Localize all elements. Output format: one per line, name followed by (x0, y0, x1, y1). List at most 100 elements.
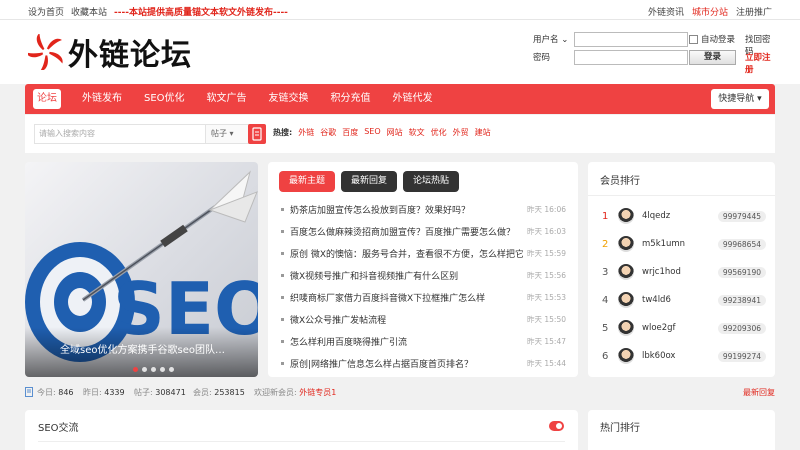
tab-latest-replies[interactable]: 最新回复 (341, 171, 398, 192)
news-link[interactable]: 外链资讯 (648, 5, 684, 18)
avatar[interactable] (618, 292, 634, 308)
avatar[interactable] (618, 348, 634, 364)
post-time: 昨天 15:59 (527, 248, 566, 258)
bookmark-link[interactable]: 收藏本站 (71, 5, 107, 18)
nav-item-friend-links[interactable]: 友链交换 (258, 89, 320, 109)
hot-word[interactable]: 百度 (342, 127, 358, 138)
nav-item-forum[interactable]: 论坛 (33, 89, 61, 109)
city-branch-link[interactable]: 城市分站 (692, 5, 728, 18)
list-item[interactable]: 百度怎么做麻辣烫招商加盟宣传？百度推广需要怎么做？ 昨天 16:03 (281, 220, 566, 242)
carousel-dot[interactable] (169, 367, 174, 372)
main-nav: 论坛 外链发布 SEO优化 软文广告 友链交换 积分充值 外链代发 快捷导航 ▾ (25, 84, 775, 114)
nav-item-ads[interactable]: 软文广告 (196, 89, 258, 109)
new-member-link[interactable]: 外链专员1 (299, 388, 336, 397)
member-name[interactable]: lbk60ox (642, 351, 718, 361)
set-homepage-link[interactable]: 设为首页 (28, 5, 64, 18)
site-logo[interactable]: 外链论坛 (28, 32, 192, 73)
hot-word[interactable]: 建站 (475, 127, 491, 138)
rank-number: 4 (602, 294, 609, 306)
carousel-dots (133, 367, 174, 372)
member-name[interactable]: wrjc1hod (642, 267, 718, 277)
quick-nav-button[interactable]: 快捷导航 ▾ (711, 89, 769, 109)
search-button[interactable] (248, 124, 266, 144)
hot-word[interactable]: 软文 (409, 127, 425, 138)
list-item[interactable]: 3 wrjc1hod 99569190 (602, 258, 766, 286)
post-title[interactable]: 怎么样利用百度晓得推广引流 (290, 335, 523, 348)
list-item[interactable]: 6 lbk60ox 99199274 (602, 342, 766, 370)
register-promo-link[interactable]: 注册推广 (736, 5, 772, 18)
search-input[interactable]: 请输入搜索内容 (34, 124, 232, 144)
auto-login-label: 自动登录 (701, 35, 736, 45)
password-input[interactable] (574, 50, 688, 65)
seo-section: SEO交流 (25, 410, 578, 450)
list-item[interactable]: 奶茶店加盟宣传怎么投放到百度？效果好吗？ 昨天 16:06 (281, 198, 566, 220)
tab-latest-topics[interactable]: 最新主题 (279, 171, 336, 192)
login-form: 用户名 ⌄ 自动登录 找回密码 密码 登录 立即注册 (532, 30, 777, 78)
latest-replies-link[interactable]: 最新回复 (743, 387, 775, 398)
list-item[interactable]: 织唛商标厂家借力百度抖音微X下拉框推广怎么样 昨天 15:53 (281, 286, 566, 308)
member-name[interactable]: tw4ld6 (642, 295, 718, 305)
logo-text: 外链论坛 (68, 38, 192, 73)
hot-word[interactable]: SEO (364, 127, 380, 138)
member-points: 99979445 (717, 210, 766, 222)
hot-word[interactable]: 外贸 (453, 127, 469, 138)
auto-login-checkbox[interactable]: 自动登录 (689, 33, 735, 45)
list-item[interactable]: 2 m5k1umn 99968654 (602, 230, 766, 258)
banner-carousel[interactable]: SEO 全域seo优化方案携手谷歌seo团队… (25, 162, 258, 377)
avatar[interactable] (618, 320, 634, 336)
posts-panel: 最新主题 最新回复 论坛热贴 奶茶店加盟宣传怎么投放到百度？效果好吗？ 昨天 16… (268, 162, 578, 377)
checkbox-box[interactable] (689, 34, 698, 44)
username-input[interactable] (574, 32, 688, 47)
list-item[interactable]: 微X视频号推广和抖音视频推广有什么区别 昨天 15:56 (281, 264, 566, 286)
bullet-icon (281, 273, 284, 277)
post-time: 昨天 16:03 (527, 226, 566, 236)
avatar[interactable] (618, 264, 634, 280)
hot-word[interactable]: 谷歌 (320, 127, 336, 138)
post-title[interactable]: 微X公众号推广发帖流程 (290, 313, 523, 326)
post-title[interactable]: 微X视频号推广和抖音视频推广有什么区别 (290, 269, 523, 282)
list-item[interactable]: 微X公众号推广发帖流程 昨天 15:50 (281, 308, 566, 330)
username-label: 用户名 ⌄ (533, 35, 569, 45)
carousel-dot[interactable] (142, 367, 147, 372)
nav-item-recharge[interactable]: 积分充值 (320, 89, 382, 109)
posts-list: 奶茶店加盟宣传怎么投放到百度？效果好吗？ 昨天 16:06 百度怎么做麻辣烫招商加… (281, 198, 566, 374)
list-item[interactable]: 怎么样利用百度晓得推广引流 昨天 15:47 (281, 330, 566, 352)
member-list: 1 4lqedz 99979445 2 m5k1umn 99968654 3 wrjc1h… (602, 202, 766, 370)
avatar[interactable] (618, 236, 634, 252)
register-link[interactable]: 立即注册 (745, 51, 777, 75)
hot-ranking-section: 热门排行 (588, 410, 775, 450)
carousel-dot[interactable] (133, 367, 138, 372)
post-title[interactable]: 原创 微X的懊恼：服务号合并，查看很不方便，怎么样把它调到首页 (290, 247, 523, 260)
member-points: 99569190 (717, 266, 766, 278)
member-ranking: 会员排行 1 4lqedz 99979445 2 m5k1umn 99968654 3 w… (588, 162, 775, 377)
list-item[interactable]: 原创|网络推广信息怎么样占据百度首页排名？ 昨天 15:44 (281, 352, 566, 374)
list-item[interactable]: 4 tw4ld6 99238941 (602, 286, 766, 314)
pinwheel-logo-icon (28, 34, 63, 70)
carousel-dot[interactable] (151, 367, 156, 372)
member-name[interactable]: 4lqedz (642, 211, 718, 221)
avatar[interactable] (618, 208, 634, 224)
member-name[interactable]: wloe2gf (642, 323, 718, 333)
nav-item-link-publish[interactable]: 外链发布 (71, 89, 133, 109)
list-item[interactable]: 5 wloe2gf 99209306 (602, 314, 766, 342)
post-title[interactable]: 奶茶店加盟宣传怎么投放到百度？效果好吗？ (290, 203, 523, 216)
hot-word[interactable]: 外链 (298, 127, 314, 138)
post-time: 昨天 16:06 (527, 204, 566, 214)
list-item[interactable]: 原创 微X的懊恼：服务号合并，查看很不方便，怎么样把它调到首页昨天 15:59 (281, 242, 566, 264)
nav-item-seo[interactable]: SEO优化 (133, 89, 196, 109)
hot-word[interactable]: 优化 (431, 127, 447, 138)
list-item[interactable]: 1 4lqedz 99979445 (602, 202, 766, 230)
post-title[interactable]: 原创|网络推广信息怎么样占据百度首页排名？ (290, 357, 523, 370)
post-title[interactable]: 百度怎么做麻辣烫招商加盟宣传？百度推广需要怎么做？ (290, 225, 523, 238)
tab-hot-posts[interactable]: 论坛热贴 (403, 171, 460, 192)
toggle-switch[interactable] (549, 421, 564, 431)
banner-caption[interactable]: 全域seo优化方案携手谷歌seo团队… (60, 341, 225, 356)
hot-word[interactable]: 网站 (387, 127, 403, 138)
document-icon (25, 387, 33, 397)
nav-item-proxy-publish[interactable]: 外链代发 (382, 89, 444, 109)
member-name[interactable]: m5k1umn (642, 239, 718, 249)
post-title[interactable]: 织唛商标厂家借力百度抖音微X下拉框推广怎么样 (290, 291, 523, 304)
member-ranking-title: 会员排行 (600, 176, 640, 187)
login-button[interactable]: 登录 (689, 50, 736, 65)
carousel-dot[interactable] (160, 367, 165, 372)
